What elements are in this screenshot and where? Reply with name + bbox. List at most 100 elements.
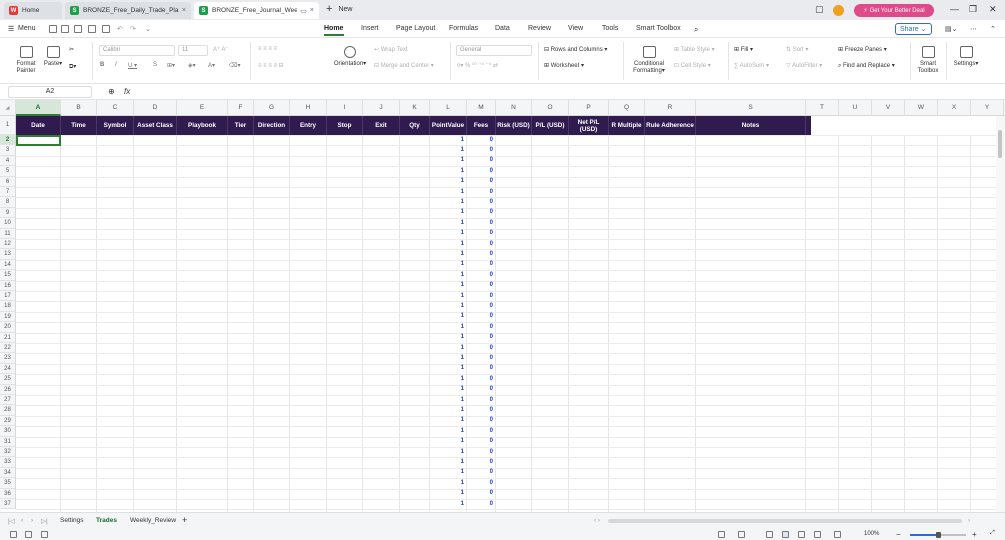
fees-cell[interactable]: 0 xyxy=(467,407,493,413)
hamburger-icon[interactable]: ☰ xyxy=(8,25,14,33)
clear-format-icon[interactable]: ⌫▾ xyxy=(229,62,241,69)
underline-icon[interactable]: U ▾ xyxy=(128,62,137,69)
wrap-text-button[interactable]: ↩ Wrap Text xyxy=(374,46,408,53)
column-header-m[interactable]: M xyxy=(467,100,496,116)
column-header-y[interactable]: Y xyxy=(971,100,1004,116)
tab-home[interactable]: W Home xyxy=(4,2,62,19)
font-name-select[interactable]: Calibri xyxy=(99,45,175,56)
row-header[interactable]: 27 xyxy=(0,395,16,406)
zoom-in-icon[interactable]: + xyxy=(972,530,977,539)
header-cell[interactable]: Stop xyxy=(327,116,363,135)
spreadsheet-grid[interactable]: ◢ A B C D E F G H I J K L M N O P Q R S T U V W X Y 1 2 3 4 5 6 7 8 9 10 11… xyxy=(0,100,1005,512)
close-icon[interactable]: × xyxy=(179,7,186,14)
row-header[interactable]: 37 xyxy=(0,499,16,510)
minimize-icon[interactable]: — xyxy=(950,4,959,14)
fees-cell[interactable]: 0 xyxy=(467,261,493,267)
column-header-w[interactable]: W xyxy=(905,100,938,116)
page-break-icon[interactable] xyxy=(798,531,805,538)
pointvalue-cell[interactable]: 1 xyxy=(430,480,464,486)
autofilter-button[interactable]: ▽ AutoFilter ▾ xyxy=(786,62,822,69)
pointvalue-cell[interactable]: 1 xyxy=(430,220,464,226)
pointvalue-cell[interactable]: 1 xyxy=(430,459,464,465)
pointvalue-cell[interactable]: 1 xyxy=(430,449,464,455)
close-icon[interactable]: × xyxy=(307,7,314,14)
align-top-icon[interactable]: ≡ ≡ ≡ ≡ xyxy=(258,46,277,52)
row-header[interactable]: 21 xyxy=(0,332,16,343)
header-cell[interactable]: Entry xyxy=(290,116,327,135)
column-header-v[interactable]: V xyxy=(872,100,905,116)
restore-tab-icon[interactable]: ▢ xyxy=(815,4,824,15)
sheet-tab-trades[interactable]: Trades xyxy=(96,517,117,524)
fees-cell[interactable]: 0 xyxy=(467,480,493,486)
bold-icon[interactable]: B xyxy=(100,62,104,68)
header-cell[interactable]: R Multiple xyxy=(609,116,645,135)
fees-cell[interactable]: 0 xyxy=(467,282,493,288)
fees-cell[interactable]: 0 xyxy=(467,490,493,496)
tab-journal-weekly[interactable]: S BRONZE_Free_Journal_Weekl ▭ × xyxy=(194,2,319,19)
fees-cell[interactable]: 0 xyxy=(467,459,493,465)
row-header[interactable]: 3 xyxy=(0,145,16,156)
column-header-d[interactable]: D xyxy=(134,100,177,116)
tab-review[interactable]: Review xyxy=(528,25,551,32)
row-header[interactable]: 35 xyxy=(0,478,16,489)
select-all-corner[interactable]: ◢ xyxy=(0,100,16,116)
row-header[interactable]: 28 xyxy=(0,405,16,416)
strikethrough-icon[interactable]: S xyxy=(153,62,157,68)
header-cell[interactable]: Fees xyxy=(467,116,496,135)
row-header[interactable]: 11 xyxy=(0,228,16,239)
pointvalue-cell[interactable]: 1 xyxy=(430,157,464,163)
column-header-x[interactable]: X xyxy=(938,100,971,116)
last-sheet-icon[interactable]: ▷| xyxy=(41,517,48,525)
tab-smart-toolbox[interactable]: Smart Toolbox xyxy=(636,25,681,32)
pointvalue-cell[interactable]: 1 xyxy=(430,334,464,340)
fees-cell[interactable]: 0 xyxy=(467,303,493,309)
fees-cell[interactable]: 0 xyxy=(467,334,493,340)
header-cell[interactable]: PointValue xyxy=(430,116,467,135)
export-icon[interactable] xyxy=(74,25,82,33)
formula-input[interactable] xyxy=(142,87,992,97)
row-header[interactable]: 1 xyxy=(0,116,16,135)
freeze-panes-button[interactable]: ⊞ Freeze Panes ▾ xyxy=(838,46,887,53)
row-header[interactable]: 5 xyxy=(0,166,16,177)
scroll-left-icon[interactable]: ‹ › xyxy=(594,517,600,524)
row-header[interactable]: 17 xyxy=(0,291,16,302)
rows-columns-button[interactable]: ⊟ Rows and Columns ▾ xyxy=(544,46,607,53)
fees-cell[interactable]: 0 xyxy=(467,199,493,205)
header-cell[interactable]: Risk (USD) xyxy=(496,116,532,135)
horizontal-scrollbar[interactable] xyxy=(608,519,962,523)
fees-cell[interactable]: 0 xyxy=(467,501,493,507)
font-size-select[interactable]: 11 xyxy=(178,45,208,56)
fees-cell[interactable]: 0 xyxy=(467,417,493,423)
fees-cell[interactable]: 0 xyxy=(467,209,493,215)
orientation-button[interactable]: Orientation▾ xyxy=(331,46,369,68)
open-folder-icon[interactable] xyxy=(49,25,57,33)
row-header[interactable]: 6 xyxy=(0,176,16,187)
row-header[interactable]: 13 xyxy=(0,249,16,260)
fullscreen-icon[interactable]: ⤢ xyxy=(990,530,995,537)
column-header-e[interactable]: E xyxy=(177,100,228,116)
pointvalue-cell[interactable]: 1 xyxy=(430,365,464,371)
print-preview-icon[interactable] xyxy=(102,25,110,33)
maximize-icon[interactable]: ❐ xyxy=(969,4,977,15)
row-header[interactable]: 31 xyxy=(0,436,16,447)
grow-font-icon[interactable]: A⁺ A⁻ xyxy=(213,46,229,53)
fees-cell[interactable]: 0 xyxy=(467,189,493,195)
row-header[interactable]: 36 xyxy=(0,488,16,499)
first-sheet-icon[interactable]: |◁ xyxy=(8,517,15,525)
row-header[interactable]: 9 xyxy=(0,207,16,219)
reading-view-icon[interactable] xyxy=(766,531,773,538)
fees-cell[interactable]: 0 xyxy=(467,397,493,403)
column-header-o[interactable]: O xyxy=(532,100,569,116)
tab-formulas[interactable]: Formulas xyxy=(449,25,478,32)
pointvalue-cell[interactable]: 1 xyxy=(430,251,464,257)
row-header[interactable]: 15 xyxy=(0,270,16,281)
cell-area[interactable]: 1010101010101010101010101010101010101010… xyxy=(16,135,1005,512)
fees-cell[interactable]: 0 xyxy=(467,272,493,278)
column-header-l[interactable]: L xyxy=(430,100,467,116)
share-button[interactable]: Share ⌄ xyxy=(895,23,932,35)
save-icon[interactable] xyxy=(61,25,69,33)
conditional-formatting-button[interactable]: Conditional Formatting▾ xyxy=(629,46,669,75)
smart-toolbox-button[interactable]: Smart Toolbox xyxy=(914,46,942,75)
italic-icon[interactable]: I xyxy=(115,62,117,68)
pointvalue-cell[interactable]: 1 xyxy=(430,324,464,330)
